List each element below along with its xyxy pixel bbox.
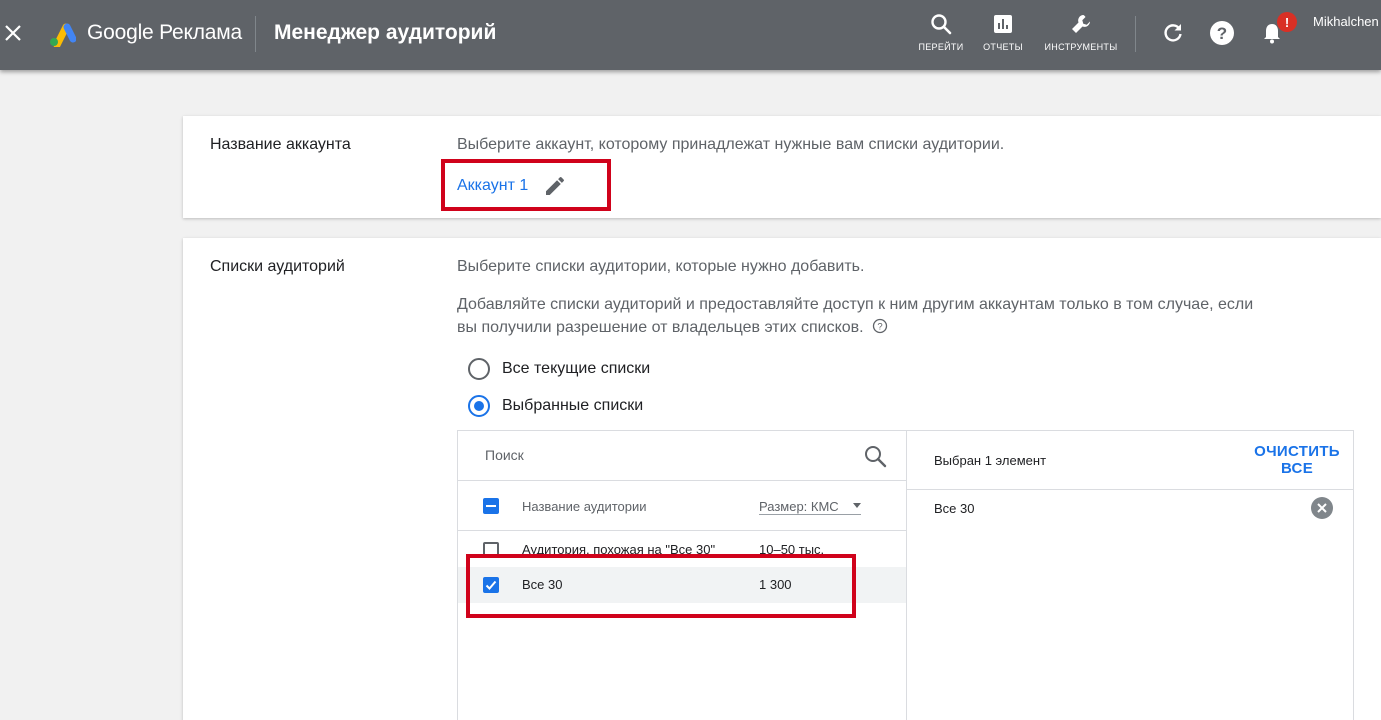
top-bar: Google Реклама Менеджер аудиторий ПЕРЕЙТ… <box>0 0 1381 70</box>
help-circle-icon[interactable]: ? <box>872 318 888 334</box>
column-size-sort[interactable]: Размер: КМС <box>759 499 839 514</box>
audience-lists-card: Списки аудиторий Выберите списки аудитор… <box>183 238 1381 720</box>
search-icon[interactable] <box>862 443 888 469</box>
chevron-down-icon[interactable] <box>853 503 861 508</box>
tool-instruments-label: ИНСТРУМЕНТЫ <box>1044 42 1118 52</box>
google-ads-logo-icon <box>50 23 76 47</box>
lists-section-label: Списки аудиторий <box>210 258 345 275</box>
lists-hint: Выберите списки аудитории, которые нужно… <box>457 258 865 275</box>
refresh-icon[interactable] <box>1160 20 1186 46</box>
search-icon <box>931 14 952 35</box>
close-icon[interactable] <box>0 18 26 48</box>
tool-instruments[interactable]: ИНСТРУМЕНТЫ <box>1044 12 1118 60</box>
search-row <box>458 431 906 481</box>
highlight-frame <box>466 554 856 618</box>
tool-go-label: ПЕРЕЙТИ <box>918 42 964 52</box>
tool-reports[interactable]: ОТЧЕТЫ <box>980 12 1026 60</box>
account-card: Название аккаунта Выберите аккаунт, кото… <box>183 116 1381 218</box>
divider <box>1135 16 1136 52</box>
clear-all-label-line1: ОЧИСТИТЬ <box>1254 443 1340 460</box>
column-audience-name: Название аудитории <box>522 499 647 514</box>
selected-panel: Выбран 1 элемент ОЧИСТИТЬ ВСЕ Все 30 <box>906 430 1354 720</box>
svg-text:?: ? <box>1217 24 1227 43</box>
tool-go[interactable]: ПЕРЕЙТИ <box>917 12 965 60</box>
help-icon[interactable]: ? <box>1209 20 1235 46</box>
account-hint: Выберите аккаунт, которому принадлежат н… <box>457 136 1005 153</box>
tool-reports-label: ОТЧЕТЫ <box>983 42 1023 52</box>
selected-item: Все 30 <box>934 501 975 516</box>
radio-all-lists[interactable]: Все текущие списки <box>468 358 650 380</box>
highlight-frame <box>441 159 611 211</box>
selected-panel-header: Выбран 1 элемент ОЧИСТИТЬ ВСЕ <box>907 431 1353 490</box>
radio-all-label: Все текущие списки <box>502 360 651 377</box>
remove-circle-icon[interactable] <box>1310 496 1334 520</box>
lists-permission-hint-line1: Добавляйте списки аудиторий и предоставл… <box>457 296 1254 313</box>
table-header: Название аудитории Размер: КМС <box>458 481 906 531</box>
notification-badge: ! <box>1277 12 1297 32</box>
clear-all-button[interactable]: ОЧИСТИТЬ ВСЕ <box>1247 443 1347 477</box>
divider <box>255 16 256 52</box>
divider <box>759 514 861 515</box>
radio-button-checked[interactable] <box>468 395 490 417</box>
brand-name: Google Реклама <box>87 21 242 44</box>
user-name[interactable]: Mikhalchen <box>1313 14 1379 29</box>
radio-selected-label: Выбранные списки <box>502 397 644 414</box>
search-input[interactable] <box>485 447 825 463</box>
lists-permission-hint: вы получили разрешение от владельцев эти… <box>457 316 888 339</box>
page-title: Менеджер аудиторий <box>274 21 497 44</box>
clear-all-label-line2: ВСЕ <box>1281 460 1313 477</box>
svg-text:?: ? <box>877 322 882 333</box>
reports-icon <box>994 15 1012 33</box>
radio-selected-lists[interactable]: Выбранные списки <box>468 395 643 417</box>
select-all-checkbox[interactable] <box>483 498 499 514</box>
wrench-icon <box>1072 15 1090 33</box>
account-section-label: Название аккаунта <box>210 136 351 153</box>
lists-permission-hint-line2: вы получили разрешение от владельцев эти… <box>457 319 864 336</box>
radio-button[interactable] <box>468 358 490 380</box>
selected-count: Выбран 1 элемент <box>934 453 1047 468</box>
